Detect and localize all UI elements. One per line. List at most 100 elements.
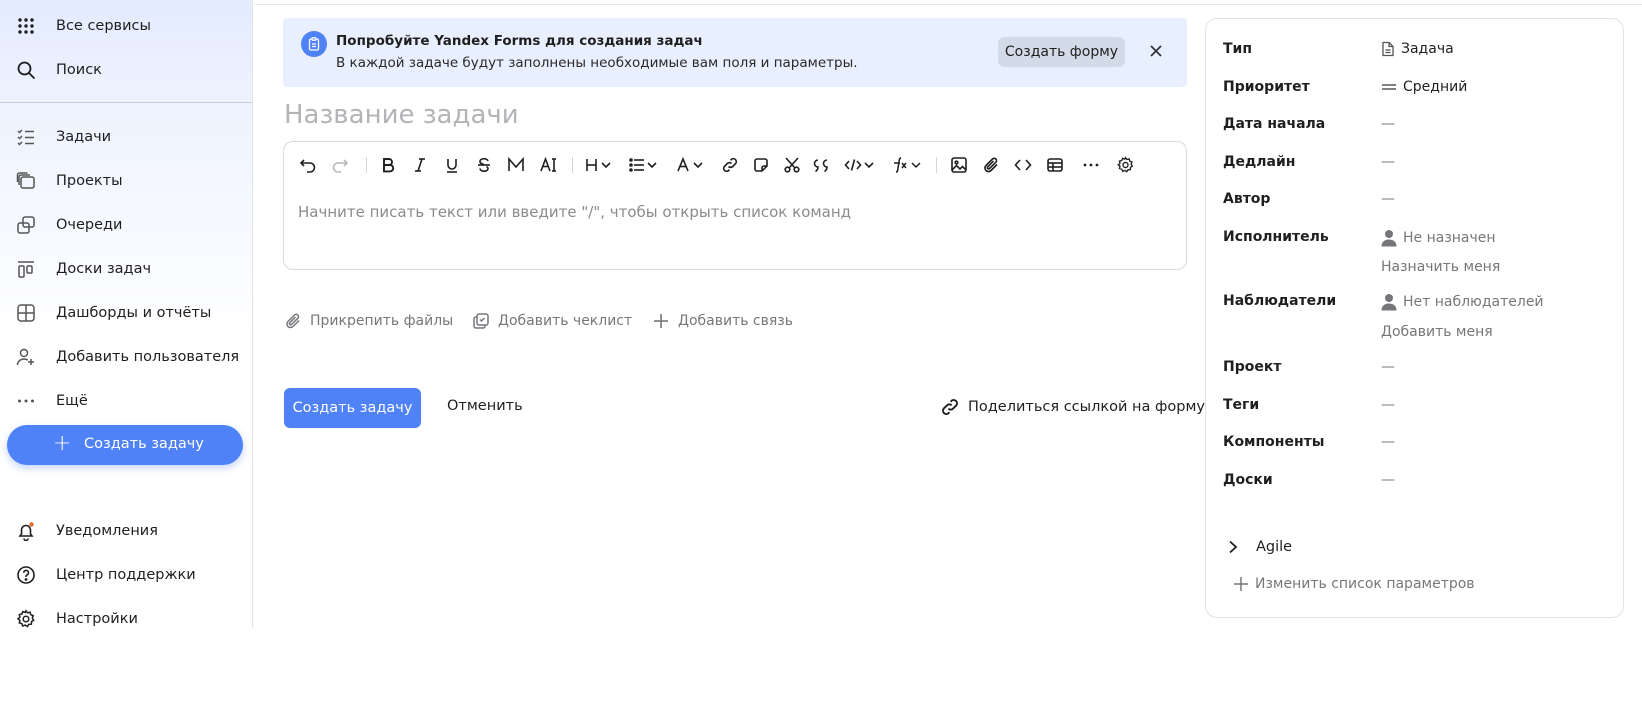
bold-icon[interactable] [378,155,398,175]
add-checklist-label: Добавить чеклист [498,313,633,329]
sidebar-item-settings[interactable]: Настройки [0,601,252,637]
image-icon[interactable] [949,155,969,175]
param-value-components[interactable]: — [1381,434,1395,450]
create-task-label: Создать задачу [84,436,204,452]
param-label-type: Тип [1223,41,1253,57]
sidebar-item-queues[interactable]: Очереди [0,207,252,243]
param-label-components: Компоненты [1223,434,1325,450]
param-value-type[interactable]: Задача [1381,41,1454,57]
editor-toolbar [284,142,1186,186]
param-value-author[interactable]: — [1381,191,1395,207]
strikethrough-icon[interactable] [474,155,494,175]
assignee-value-text: Не назначен [1403,230,1496,246]
param-label-deadline: Дедлайн [1223,154,1296,170]
checklist-icon [473,313,489,329]
undo-icon[interactable] [298,155,318,175]
param-value-tags[interactable]: — [1381,397,1395,413]
sidebar-item-projects[interactable]: Проекты [0,163,252,199]
param-value-assignee[interactable]: Не назначен [1381,229,1496,247]
chevron-right-icon [1229,540,1238,554]
sidebar-item-add-user[interactable]: Добавить пользователя [0,339,252,375]
watchers-value-text: Нет наблюдателей [1403,294,1544,310]
table-icon[interactable] [1045,155,1065,175]
help-icon [15,565,37,585]
close-icon[interactable] [1145,40,1167,62]
toolbar-separator [366,157,367,173]
underline-icon[interactable] [442,155,462,175]
task-params-panel: Тип Задача Приоритет Средний Дата начала… [1205,18,1624,618]
more-icon [15,391,37,411]
sidebar-item-support[interactable]: Центр поддержки [0,557,252,593]
settings-icon[interactable] [1114,155,1136,175]
more-options-icon[interactable] [1080,155,1102,175]
priority-medium-icon [1382,84,1396,90]
param-value-start-date[interactable]: — [1381,116,1395,132]
task-title-input[interactable]: Название задачи [284,100,519,130]
add-link-button[interactable]: Добавить связь [652,310,793,332]
html-code-icon[interactable] [1013,155,1033,175]
clipboard-icon [301,31,327,57]
edit-params-button[interactable]: Изменить список параметров [1233,576,1475,592]
param-label-start-date: Дата начала [1223,116,1326,132]
sidebar-item-label: Проекты [56,173,123,189]
sidebar-item-tasks[interactable]: Задачи [0,119,252,155]
search-icon [15,60,37,80]
monospace-icon[interactable] [506,155,526,175]
sidebar-item-all-services[interactable]: Все сервисы [0,8,252,44]
description-editor[interactable]: Начните писать текст или введите "/", чт… [283,141,1187,270]
param-label-watchers: Наблюдатели [1223,293,1337,309]
text-color-dropdown-icon[interactable] [676,155,708,175]
attach-files-label: Прикрепить файлы [310,313,454,329]
share-form-link-button[interactable]: Поделиться ссылкой на форму [940,397,1205,417]
sidebar-item-boards[interactable]: Доски задач [0,251,252,287]
attach-files-button[interactable]: Прикрепить файлы [284,310,453,332]
redo-icon[interactable] [330,155,350,175]
add-checklist-button[interactable]: Добавить чеклист [472,310,632,332]
sidebar-item-search[interactable]: Поиск [0,52,252,88]
cut-icon[interactable] [782,155,802,175]
param-value-watchers[interactable]: Нет наблюдателей [1381,293,1544,311]
sidebar-item-dashboards[interactable]: Дашборды и отчёты [0,295,252,331]
add-link-label: Добавить связь [678,313,793,329]
param-value-priority[interactable]: Средний [1381,79,1467,95]
code-dropdown-icon[interactable] [844,155,878,175]
list-dropdown-icon[interactable] [628,155,660,175]
banner-title: Попробуйте Yandex Forms для создания зад… [336,33,703,49]
heading-dropdown-icon[interactable] [584,155,616,175]
quote-icon[interactable] [812,155,834,175]
sidebar-item-label: Задачи [56,129,112,145]
add-me-watcher-link[interactable]: Добавить меня [1381,324,1493,340]
sidebar-item-label: Центр поддержки [56,567,196,583]
sidebar-divider [0,102,252,103]
param-label-assignee: Исполнитель [1223,229,1329,245]
cancel-button[interactable]: Отменить [447,398,523,414]
agile-section-toggle[interactable]: Agile [1228,539,1292,555]
param-label-project: Проект [1223,359,1282,375]
link-icon[interactable] [720,155,740,175]
param-value-deadline[interactable]: — [1381,154,1395,170]
document-icon [1382,41,1394,57]
assign-me-link[interactable]: Назначить меня [1381,259,1500,275]
user-icon [1381,294,1397,311]
param-value-project[interactable]: — [1381,359,1395,375]
note-icon[interactable] [751,155,771,175]
paperclip-icon[interactable] [981,155,1001,175]
tasks-icon [15,127,37,147]
create-task-button[interactable]: Создать задачу [284,388,421,428]
priority-value-text: Средний [1403,79,1468,95]
formula-dropdown-icon[interactable] [890,155,924,175]
italic-icon[interactable] [410,155,430,175]
text-style-icon[interactable] [538,155,558,175]
sidebar-create-task-button[interactable]: + Создать задачу [7,425,243,465]
toolbar-separator [572,157,573,173]
paperclip-icon [286,313,300,329]
sidebar-item-label: Уведомления [56,523,158,539]
sidebar: Все сервисы Поиск Задачи Проекты Очереди… [0,0,253,628]
create-form-button[interactable]: Создать форму [998,37,1125,67]
sidebar-item-more[interactable]: Ещё [0,383,252,419]
sidebar-item-label: Ещё [56,393,88,409]
top-border [254,4,1642,5]
dashboards-icon [15,303,37,323]
sidebar-item-notifications[interactable]: Уведомления [0,513,252,549]
param-value-boards[interactable]: — [1381,472,1395,488]
